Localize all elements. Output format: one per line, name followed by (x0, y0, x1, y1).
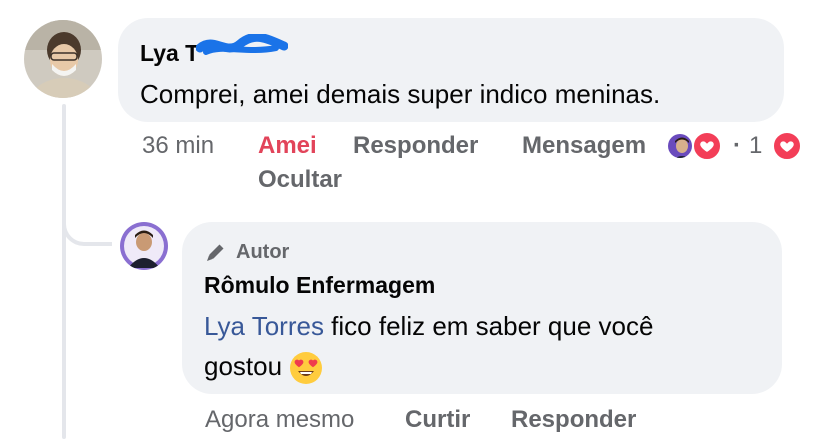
comment-text: Comprei, amei demais super indico menina… (140, 79, 661, 109)
author-avatar[interactable] (120, 222, 168, 270)
message-button[interactable]: Mensagem (522, 132, 646, 160)
reply-text-line-2: gostou (204, 346, 323, 386)
commenter-avatar[interactable] (24, 20, 102, 98)
reply-author-name[interactable]: Rômulo Enfermagem (204, 272, 435, 299)
heart-eyes-emoji (290, 352, 323, 385)
reply-text: fico feliz em saber que você (323, 311, 654, 341)
reply-button[interactable]: Responder (353, 132, 478, 160)
reaction-count[interactable]: 1 (749, 132, 762, 160)
reply-text: gostou (204, 351, 283, 381)
reactor-avatar[interactable] (666, 132, 694, 160)
separator-dot: · (733, 132, 741, 159)
thread-line (62, 104, 66, 439)
reply-text-line-1: Lya Torres fico feliz em saber que você (204, 306, 653, 346)
heart-icon[interactable] (772, 131, 802, 161)
loved-button[interactable]: Amei (258, 132, 317, 160)
author-badge: Autor (204, 240, 289, 264)
redaction-scribble (196, 34, 288, 55)
pen-icon (207, 244, 224, 261)
comment-author-name[interactable]: Lya T (140, 40, 199, 67)
thread-connector (62, 200, 112, 246)
comment-timestamp[interactable]: 36 min (142, 132, 214, 160)
like-button[interactable]: Curtir (405, 406, 470, 434)
heart-icon[interactable] (692, 131, 722, 161)
reply-timestamp[interactable]: Agora mesmo (205, 406, 354, 434)
hide-button[interactable]: Ocultar (258, 166, 342, 194)
author-badge-label: Autor (236, 240, 290, 263)
mention-link[interactable]: Lya Torres (204, 311, 324, 341)
reply-button[interactable]: Responder (511, 406, 636, 434)
